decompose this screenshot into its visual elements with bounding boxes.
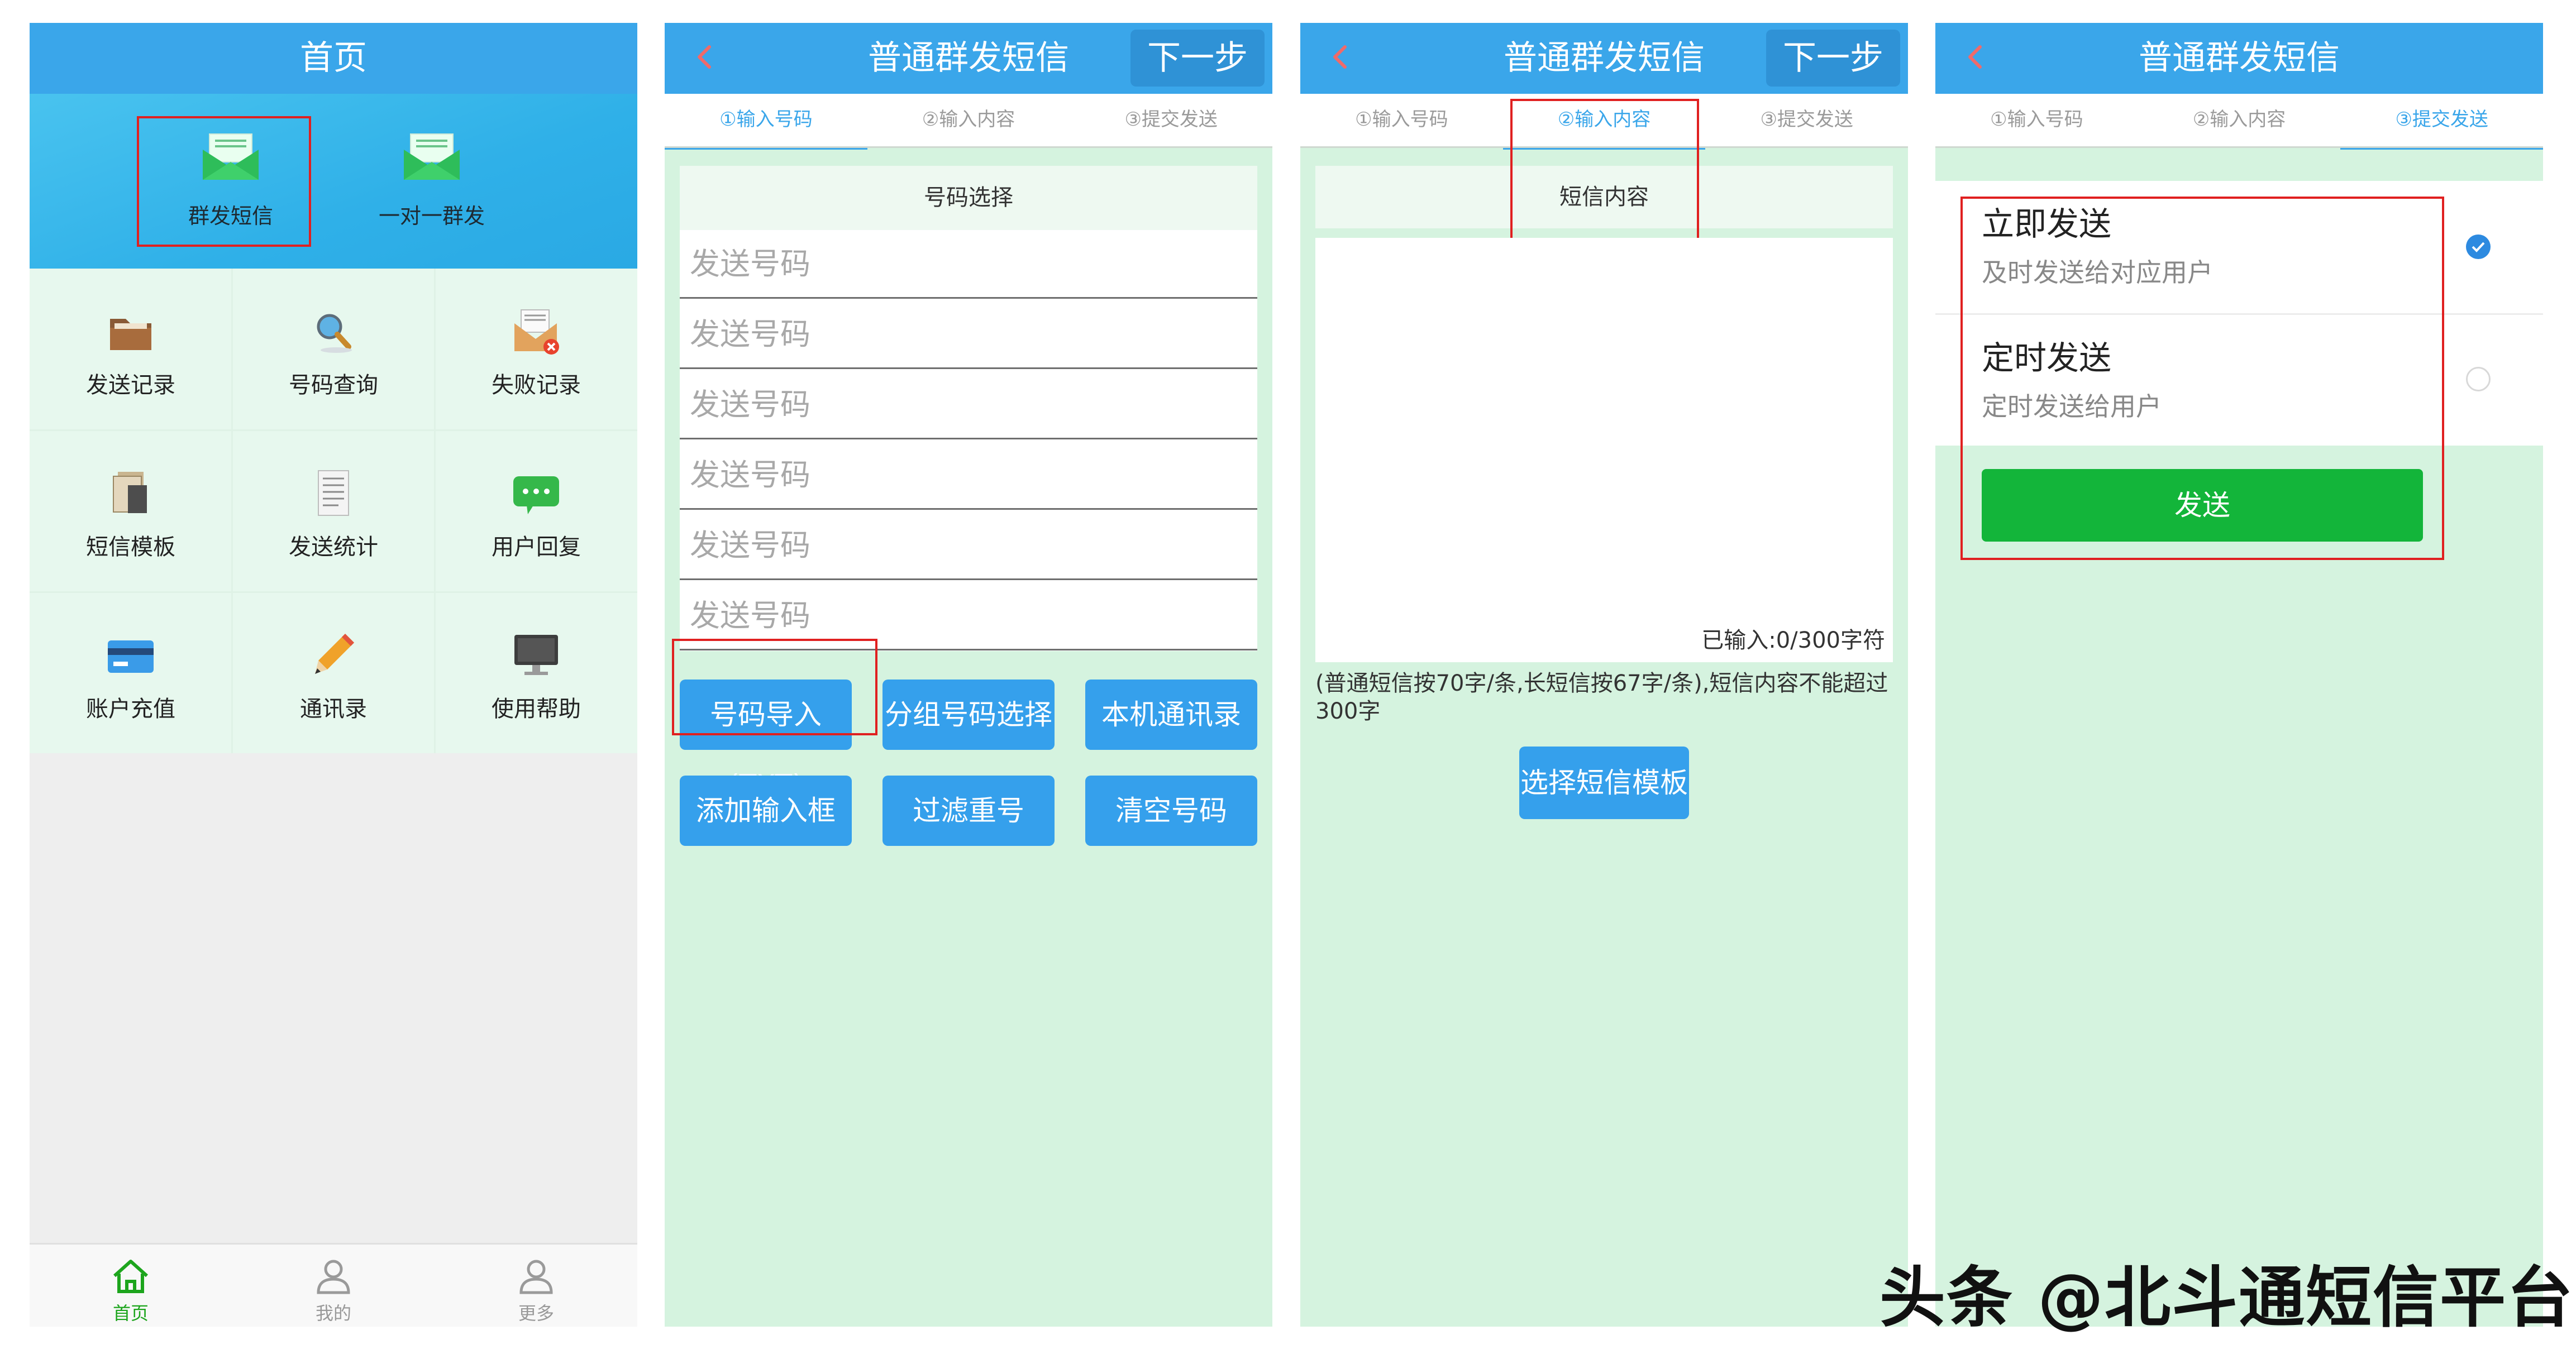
phone-number-input[interactable] <box>680 511 1257 578</box>
phone-number-input[interactable] <box>680 371 1257 438</box>
monitor-icon <box>514 635 558 675</box>
grid-item-contacts[interactable]: 通讯录 <box>232 592 435 754</box>
statistics-icon <box>318 470 349 516</box>
grid-item-failed-records[interactable]: 失败记录 <box>435 269 637 430</box>
folder-icon <box>110 319 151 350</box>
chat-bubble-icon <box>513 476 559 514</box>
select-template-button[interactable]: 选择短信模板 <box>1519 747 1689 819</box>
bottom-nav: 首页 我的 更多 <box>30 1243 637 1327</box>
highlight-box <box>1510 99 1699 245</box>
user-icon <box>317 1260 350 1294</box>
one-to-one-button[interactable]: 一对一群发 <box>340 94 524 269</box>
page-title: 普通群发短信 <box>2139 39 2340 78</box>
header: 普通群发短信 下一步 <box>665 23 1272 94</box>
watermark: 头条 @北斗通短信平台 <box>1879 1259 2574 1336</box>
grid-item-label: 使用帮助 <box>492 696 581 722</box>
grid-item-account-recharge[interactable]: 账户充值 <box>30 592 232 754</box>
grid-item-label: 用户回复 <box>492 534 581 560</box>
one-to-one-label: 一对一群发 <box>378 204 485 228</box>
grid-item-send-records[interactable]: 发送记录 <box>30 269 232 430</box>
step-tabs: ①输入号码 ②输入内容 ③提交发送 <box>665 94 1272 150</box>
grid-item-label: 账户充值 <box>86 696 175 722</box>
feature-grid: 发送记录 号码查询 失败记录 短信模板 发送统计 用户回复 账户充值 通讯录 使… <box>30 269 637 753</box>
nav-item-home[interactable]: 首页 <box>30 1245 232 1327</box>
tab-input-numbers[interactable]: ①输入号码 <box>1300 94 1503 148</box>
group-select-button[interactable]: 分组号码选择 <box>882 680 1055 750</box>
page-title: 首页 <box>300 39 367 78</box>
next-step-button[interactable]: 下一步 <box>1130 30 1265 87</box>
next-step-button[interactable]: 下一步 <box>1766 30 1900 87</box>
phone-number-input[interactable] <box>680 230 1257 297</box>
submit-screen: 普通群发短信 ①输入号码 ②输入内容 ③提交发送 立即发送 及时发送给对应用户 … <box>1935 23 2543 1327</box>
grid-item-label: 通讯录 <box>300 696 367 722</box>
add-field-button[interactable]: 添加输入框 <box>680 776 852 846</box>
tab-input-content[interactable]: ②输入内容 <box>867 94 1070 148</box>
divider <box>231 269 233 753</box>
user-icon <box>519 1260 553 1294</box>
grid-item-label: 失败记录 <box>492 372 581 398</box>
tab-input-content[interactable]: ②输入内容 <box>2138 94 2341 148</box>
divider <box>30 591 637 593</box>
highlight-box <box>137 116 311 247</box>
phone-number-input[interactable] <box>680 441 1257 508</box>
divider <box>30 429 637 431</box>
nav-item-mine[interactable]: 我的 <box>232 1245 435 1327</box>
number-field[interactable] <box>680 511 1257 580</box>
divider <box>1935 146 2543 148</box>
highlight-box <box>1960 197 2444 560</box>
radio-unchecked-icon[interactable] <box>2466 367 2491 391</box>
highlight-box <box>672 639 877 735</box>
filter-duplicates-button[interactable]: 过滤重号 <box>882 776 1055 846</box>
number-field[interactable] <box>680 300 1257 369</box>
grid-item-user-replies[interactable]: 用户回复 <box>435 430 637 592</box>
input-numbers-screen: 普通群发短信 下一步 ①输入号码 ②输入内容 ③提交发送 号码选择 号码导入(T… <box>665 23 1272 1327</box>
grid-item-label: 发送统计 <box>289 534 378 560</box>
header: 普通群发短信 <box>1935 23 2543 94</box>
divider <box>665 146 1272 148</box>
nav-label: 首页 <box>112 1303 149 1324</box>
tab-submit[interactable]: ③提交发送 <box>1070 94 1272 148</box>
home-banner: 群发短信 一对一群发 <box>30 94 637 269</box>
header: 普通群发短信 下一步 <box>1300 23 1908 94</box>
failed-mail-icon <box>514 309 559 355</box>
tab-submit[interactable]: ③提交发送 <box>2340 94 2543 150</box>
grid-item-label: 发送记录 <box>86 372 175 398</box>
nav-item-more[interactable]: 更多 <box>435 1245 637 1327</box>
tab-input-numbers[interactable]: ①输入号码 <box>1935 94 2138 148</box>
sms-content-area[interactable]: 已输入:0/300字符 <box>1315 238 1893 662</box>
number-field[interactable] <box>680 371 1257 439</box>
phone-number-input[interactable] <box>680 300 1257 367</box>
section-title: 号码选择 <box>680 166 1257 230</box>
number-field[interactable] <box>680 230 1257 299</box>
tab-input-numbers[interactable]: ①输入号码 <box>665 94 867 150</box>
step-tabs: ①输入号码 ②输入内容 ③提交发送 <box>1935 94 2543 150</box>
local-contacts-button[interactable]: 本机通讯录 <box>1085 680 1257 750</box>
number-field[interactable] <box>680 441 1257 510</box>
grid-item-number-lookup[interactable]: 号码查询 <box>232 269 435 430</box>
grid-item-help[interactable]: 使用帮助 <box>435 592 637 754</box>
sms-content-input[interactable] <box>1315 238 1893 662</box>
home-screen: 首页 群发短信 一对一群发 发送记录 号码查询 失败记录 短信模板 发送统计 用… <box>30 23 637 1327</box>
pencil-icon <box>315 634 354 674</box>
grid-item-send-statistics[interactable]: 发送统计 <box>232 430 435 592</box>
grid-item-sms-templates[interactable]: 短信模板 <box>30 430 232 592</box>
grid-item-label: 号码查询 <box>289 372 378 398</box>
template-icon <box>113 472 147 513</box>
clear-numbers-button[interactable]: 清空号码 <box>1085 776 1257 846</box>
input-content-screen: 普通群发短信 下一步 ①输入号码 ②输入内容 ③提交发送 短信内容 已输入:0/… <box>1300 23 1908 1327</box>
grid-item-label: 短信模板 <box>86 534 175 560</box>
envelope-icon <box>404 133 460 180</box>
home-icon <box>113 1260 149 1293</box>
tab-submit[interactable]: ③提交发送 <box>1705 94 1908 148</box>
credit-card-icon <box>108 640 154 673</box>
divider <box>434 269 436 753</box>
magnifier-icon <box>317 314 352 353</box>
char-counter: 已输入:0/300字符 <box>1701 628 1885 653</box>
nav-label: 更多 <box>518 1303 554 1324</box>
sms-length-note: (普通短信按70字/条,长短信按67字/条),短信内容不能超过300字 <box>1315 671 1888 724</box>
home-header: 首页 <box>30 23 637 94</box>
nav-label: 我的 <box>315 1303 351 1324</box>
number-field-list <box>680 230 1257 651</box>
radio-checked-icon[interactable] <box>2466 235 2491 259</box>
